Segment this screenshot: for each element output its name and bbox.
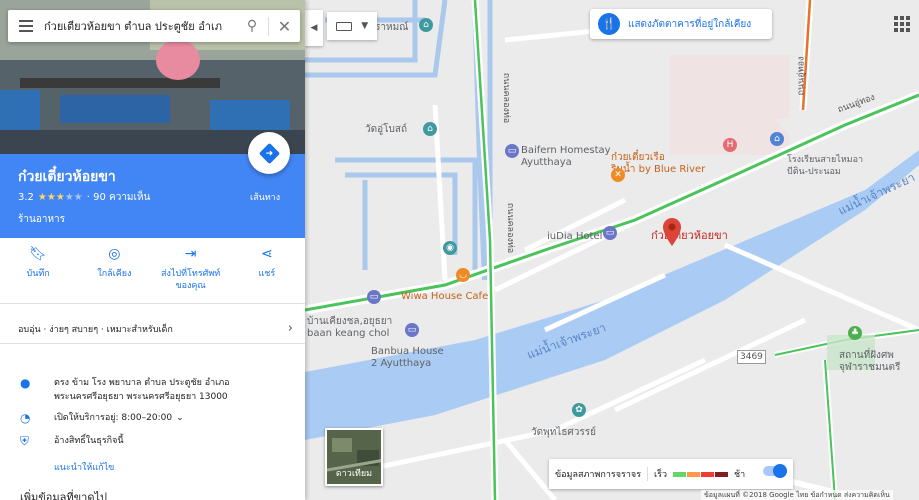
map-label-road: ถนนอู่ทอง <box>796 56 807 96</box>
share-button[interactable]: ⋖ แชร์ <box>229 238 305 303</box>
verified-shield-icon: ⛨ <box>20 434 30 448</box>
camera-icon[interactable]: ◉ <box>443 241 457 255</box>
suggest-edit-link[interactable]: แนะนำให้แก้ไข <box>54 460 114 474</box>
close-icon[interactable]: ✕ <box>268 16 300 36</box>
reviews-link[interactable]: · 90 ความเห็น <box>87 190 151 205</box>
school-icon[interactable]: ⌂ <box>419 18 433 32</box>
cafe-icon[interactable]: ◡ <box>456 268 470 282</box>
send-to-phone-icon: ⇥ <box>184 246 197 262</box>
map-label-station: สถานที่ฝังศพ จุฬาราชมนตรี <box>839 350 901 373</box>
save-label: บันทึก <box>26 269 50 279</box>
nearby-icon: ◎ <box>108 246 121 262</box>
nearby-button[interactable]: ◎ ใกล้เคียง <box>76 238 152 303</box>
map-label-banbua: Banbua House 2 Ayutthaya <box>371 346 444 369</box>
map-label-temple2: วัดพุทไธศวรรย์ <box>531 427 596 438</box>
hours-row[interactable]: ◔ เปิดให้บริการอยู่: 8:00–20:00 ⌄ <box>0 411 305 425</box>
map-label-wiwa: Wiwa House Cafe <box>401 291 489 302</box>
map-canvas[interactable]: ราหมณ์ วัดอู่โบสถ์ Baifern Homestay Ayut… <box>305 0 919 500</box>
share-icon: ⋖ <box>261 246 273 262</box>
rating-value: 3.2 <box>18 192 34 203</box>
hotel-icon[interactable]: ▭ <box>367 290 381 304</box>
route-shield: 3469 <box>737 350 766 364</box>
nearby-restaurants-chip[interactable]: 🍴 แสดงภัตตาคารที่อยู่ใกล้เคียง <box>590 9 772 39</box>
chevron-down-icon: ▼ <box>361 21 369 31</box>
search-input[interactable] <box>44 19 236 33</box>
chevron-left-icon: ◀ <box>310 23 318 33</box>
map-label-baan-keang: บ้านเคียงชล,อยุธยา baan keang chol <box>307 316 393 339</box>
claim-row[interactable]: ⛨ อ้างสิทธิ์ในธุรกิจนี้ <box>0 434 305 448</box>
map-label-road: ถนนคลองท่อ <box>501 72 512 124</box>
restaurant-icon[interactable]: ✕ <box>611 168 625 182</box>
hotel-icon[interactable]: ▭ <box>603 226 617 240</box>
stars-filled: ★★★ <box>37 192 65 203</box>
traffic-legend: ข้อมูลสภาพการจราจร เร็ว ช้า <box>549 459 793 489</box>
place-title: ก๋วยเตี๋ยวห้อยขา <box>18 169 116 185</box>
nearby-label: ใกล้เคียง <box>97 269 132 279</box>
address-text: ตรง ข้าม โรง พยาบาล ตำบล ประตูชัย อำเภอ … <box>54 378 230 402</box>
claim-text: อ้างสิทธิ์ในธุรกิจนี้ <box>54 436 124 446</box>
traffic-toggle[interactable] <box>763 464 787 478</box>
apps-grid-icon[interactable] <box>894 16 910 32</box>
chevron-right-icon: › <box>287 321 293 336</box>
search-box: ⚲ ✕ <box>8 10 300 42</box>
satellite-label: ดาวเทียม <box>335 469 373 479</box>
traffic-fast-label: เร็ว <box>654 470 667 480</box>
share-label: แชร์ <box>258 269 276 279</box>
send-to-phone-button[interactable]: ⇥ ส่งไปที่โทรศัพท์ของคุณ <box>153 238 229 303</box>
collapse-panel-button[interactable]: ◀ <box>305 10 323 46</box>
hospital-icon[interactable]: H <box>723 138 737 152</box>
traffic-dropdown[interactable]: ข้อมูลสภาพการจราจร <box>555 467 649 481</box>
location-icon: ● <box>20 376 31 390</box>
clock-icon: ◔ <box>20 411 31 425</box>
rating-stars: ★★★★★ <box>38 192 83 203</box>
bookmark-icon: 🔖︎ <box>29 246 48 262</box>
map-attribution: ข้อมูลแผนที่ ©2018 Google ไทย ข้อกำหนด ส… <box>701 490 893 500</box>
satellite-layer-toggle[interactable]: ดาวเทียม <box>325 428 383 486</box>
traffic-color-scale <box>673 471 728 477</box>
place-header: ก๋วยเตี๋ยวห้อยขา 3.2 ★★★★★ · 90 ความเห็น… <box>0 132 305 238</box>
temple-icon[interactable]: ⌂ <box>423 122 437 136</box>
save-button[interactable]: 🔖︎ บันทึก <box>0 238 76 303</box>
attributes-text: อบอุ่น · ง่ายๆ สบายๆ · เหมาะสำหรับเด็ก <box>18 324 173 335</box>
traffic-slow-label: ช้า <box>734 470 746 480</box>
rating-row: 3.2 ★★★★★ · 90 ความเห็น <box>18 190 150 205</box>
add-missing-info[interactable]: เพิ่มข้อมูลที่ขาดไป <box>20 488 107 500</box>
attributes-row[interactable]: อบอุ่น · ง่ายๆ สบายๆ · เหมาะสำหรับเด็ก › <box>0 314 305 344</box>
keyboard-icon <box>335 21 352 31</box>
stars-empty: ★★ <box>64 192 83 203</box>
restaurant-icon: 🍴 <box>598 13 620 35</box>
hotel-icon[interactable]: ▭ <box>505 144 519 158</box>
send-to-phone-label: ส่งไปที่โทรศัพท์ของคุณ <box>161 269 221 291</box>
directions-icon: ➜ <box>258 142 280 164</box>
temple-icon[interactable]: ✿ <box>572 403 586 417</box>
input-tools-button[interactable]: ▼ <box>327 12 377 40</box>
location-pin-icon[interactable] <box>663 218 681 246</box>
map-label-baifern: Baifern Homestay Ayutthaya <box>521 145 611 168</box>
map-label-iudia: iuDia Hotel <box>547 231 603 242</box>
map-label-temple: วัดอู่โบสถ์ <box>365 124 407 135</box>
map-base-graphics <box>305 0 919 500</box>
chevron-down-icon: ⌄ <box>176 413 184 423</box>
directions-label: เส้นทาง <box>250 193 281 203</box>
directions-button[interactable]: ➜ <box>248 132 290 174</box>
place-panel: ⚲ ✕ ก๋วยเตี๋ยวห้อยขา 3.2 ★★★★★ · 90 ความ… <box>0 0 305 500</box>
map-label-school-right: โรงเรียนสายไหมอา บีติน-ประนอม <box>787 155 864 177</box>
action-bar: 🔖︎ บันทึก ◎ ใกล้เคียง ⇥ ส่งไปที่โทรศัพท์… <box>0 238 305 304</box>
place-category[interactable]: ร้านอาหาร <box>18 212 65 227</box>
address-row[interactable]: ● ตรง ข้าม โรง พยาบาล ตำบล ประตูชัย อำเภ… <box>0 376 305 404</box>
place-photo[interactable]: ⚲ ✕ <box>0 0 305 154</box>
map-label-school: ราหมณ์ <box>375 22 409 33</box>
map-label-river-restaurant: ก๋วยเตี๋ยวเรือ ริมน้ำ by Blue River <box>611 152 706 175</box>
nearby-restaurants-label: แสดงภัตตาคารที่อยู่ใกล้เคียง <box>628 18 752 30</box>
search-icon[interactable]: ⚲ <box>236 18 268 34</box>
hours-text: เปิดให้บริการอยู่: 8:00–20:00 <box>54 413 173 423</box>
map-label-road: ถนนคลองท่อ <box>505 202 516 254</box>
hotel-icon[interactable]: ▭ <box>405 323 419 337</box>
school-icon[interactable]: ⌂ <box>770 132 784 146</box>
park-icon[interactable]: ♣ <box>848 326 862 340</box>
menu-icon[interactable] <box>8 20 44 32</box>
